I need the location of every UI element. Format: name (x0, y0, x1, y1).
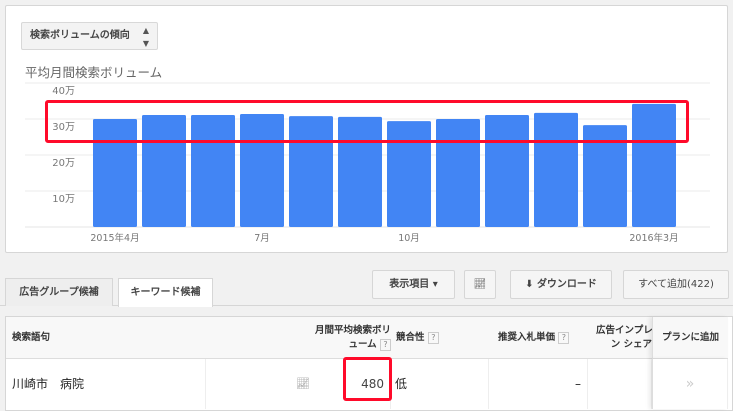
header-impression-share[interactable]: 広告インプレッシン シェア (596, 317, 652, 359)
x-tick-label: 2015年4月 (90, 232, 139, 244)
impression-cell (588, 359, 652, 409)
header-bid-label: 推奨入札単価 (498, 332, 556, 343)
line-chart-icon[interactable]: 📈︎ (464, 270, 496, 299)
header-competition-label: 競合性 (396, 332, 425, 343)
bid-cell: – (489, 359, 588, 409)
header-impr-line1: 広告インプレッシ (596, 325, 652, 336)
header-keyword[interactable]: 検索語句 (12, 317, 212, 359)
download-icon: ⬇ (525, 279, 537, 290)
keyword-cell: 川崎市 病院 (6, 359, 206, 409)
help-icon[interactable]: ? (380, 338, 391, 351)
x-tick-label: 7月 (254, 233, 270, 244)
header-impr-line2: ン シェア (610, 339, 652, 350)
y-tick-label: 40万 (52, 86, 75, 97)
header-volume-line1: 月間平均検索ボリ (314, 325, 391, 336)
y-tick-label: 10万 (52, 194, 75, 205)
x-tick-label: 2016年3月 (629, 232, 678, 244)
header-volume-line2: ューム (348, 339, 377, 350)
x-tick-label: 10月 (398, 233, 420, 244)
help-icon[interactable]: ? (427, 331, 439, 344)
competition-cell: 低 (391, 359, 489, 409)
highlight-box (45, 100, 689, 143)
download-button[interactable]: ⬇ ダウンロード (510, 270, 612, 299)
y-tick-label: 20万 (52, 158, 75, 169)
header-bid[interactable]: 推奨入札単価 ? (498, 317, 593, 359)
highlight-box (343, 357, 392, 401)
tab-ad-group[interactable]: 広告グループ候補 (5, 278, 113, 306)
columns-button[interactable]: 表示項目 ▾ (372, 270, 455, 299)
add-all-button[interactable]: すべて追加(422) (623, 270, 729, 299)
header-competition[interactable]: 競合性 ? (396, 317, 491, 359)
add-to-plan-button[interactable]: » (652, 359, 728, 409)
download-label: ダウンロード (536, 279, 597, 290)
header-volume[interactable]: 月間平均検索ボリューム ? (291, 317, 391, 359)
help-icon[interactable]: ? (558, 331, 570, 344)
tab-keyword[interactable]: キーワード候補 (118, 278, 213, 307)
header-add-to-plan: プランに追加 (652, 317, 728, 359)
